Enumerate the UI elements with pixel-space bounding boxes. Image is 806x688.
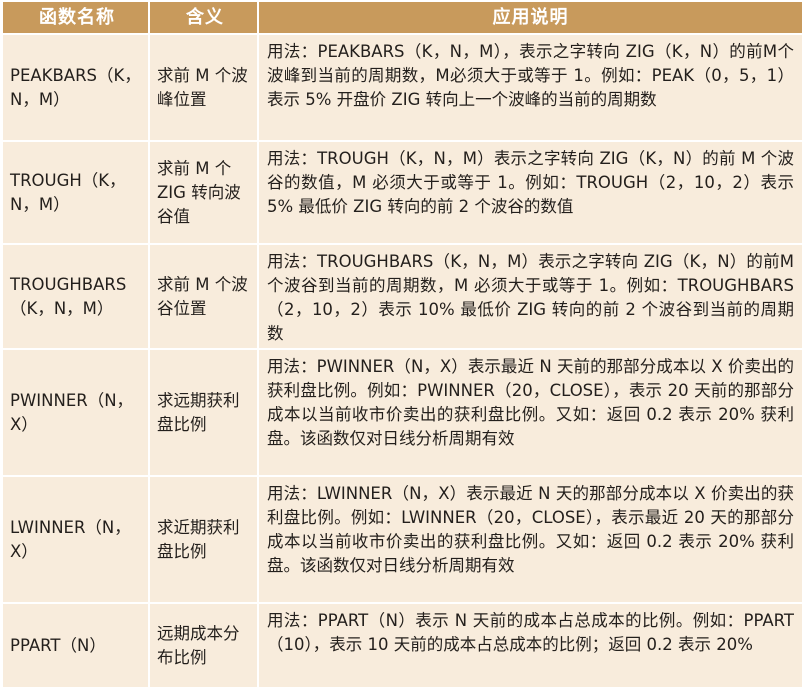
usage-cell: 用法：PEAKBARS（K，N，M），表示之字转向 ZIG（K，N）的前M个波峰… <box>259 35 802 140</box>
usage-cell: 用法：PWINNER（N，X）表示最近 N 天前的那部分成本以 X 价卖出的获利… <box>259 350 802 475</box>
usage-cell: 用法：PPART（N）表示 N 天前的成本占总成本的比例。例如：PPART（10… <box>259 604 802 687</box>
meaning-cell: 求前 M 个 ZIG 转向波谷值 <box>150 142 259 243</box>
function-name-cell: TROUGHBARS（K，N，M） <box>3 245 150 348</box>
function-name: TROUGHBARS（K，N，M） <box>10 274 127 318</box>
function-name-cell: PWINNER（N，X） <box>3 350 150 475</box>
function-name-cell: PPART（N） <box>3 604 150 687</box>
function-name-cell: PEAKBARS（K，N，M） <box>3 35 150 140</box>
function-name-cell: LWINNER（N，X） <box>3 477 150 602</box>
function-name: TROUGH（K，N，M） <box>10 170 126 214</box>
usage-cell: 用法：TROUGHBARS（K，N，M）表示之字转向 ZIG（K，N）的前M个波… <box>259 245 802 348</box>
function-name: PPART（N） <box>10 635 106 655</box>
header-usage: 应用说明 <box>492 6 569 28</box>
header-function-name: 函数名称 <box>3 2 150 33</box>
table-row: PEAKBARS（K，N，M） 求前 M 个波峰位置 用法：PEAKBARS（K… <box>3 35 802 142</box>
meaning-cell: 求前 M 个波峰位置 <box>150 35 259 140</box>
function-table: 函数名称 含义 应用说明 PEAKBARS（K，N，M） 求前 M 个波峰位置 … <box>3 2 802 687</box>
function-name: LWINNER（N，X） <box>10 517 131 561</box>
meaning-cell: 远期成本分布比例 <box>150 604 259 687</box>
table-row: TROUGHBARS（K，N，M） 求前 M 个波谷位置 用法：TROUGHBA… <box>3 245 802 350</box>
table-row: LWINNER（N，X） 求近期获利盘比例 用法：LWINNER（N，X）表示最… <box>3 477 802 604</box>
meaning-cell: 求远期获利盘比例 <box>150 350 259 475</box>
function-name: PEAKBARS（K，N，M） <box>10 65 141 109</box>
table-row: PPART（N） 远期成本分布比例 用法：PPART（N）表示 N 天前的成本占… <box>3 604 802 687</box>
table-row: TROUGH（K，N，M） 求前 M 个 ZIG 转向波谷值 用法：TROUGH… <box>3 142 802 245</box>
meaning-cell: 求前 M 个波谷位置 <box>150 245 259 348</box>
meaning-cell: 求近期获利盘比例 <box>150 477 259 602</box>
function-name-cell: TROUGH（K，N，M） <box>3 142 150 243</box>
usage-cell: 用法：TROUGH（K，N，M）表示之字转向 ZIG（K，N）的前 M 个波谷的… <box>259 142 802 243</box>
usage-cell: 用法：LWINNER（N，X）表示最近 N 天的那部分成本以 X 价卖出的获利盘… <box>259 477 802 602</box>
table-row: PWINNER（N，X） 求远期获利盘比例 用法：PWINNER（N，X）表示最… <box>3 350 802 477</box>
table-header-row: 函数名称 含义 应用说明 <box>3 2 802 35</box>
function-name: PWINNER（N，X） <box>10 390 134 434</box>
header-meaning: 含义 <box>150 2 259 33</box>
